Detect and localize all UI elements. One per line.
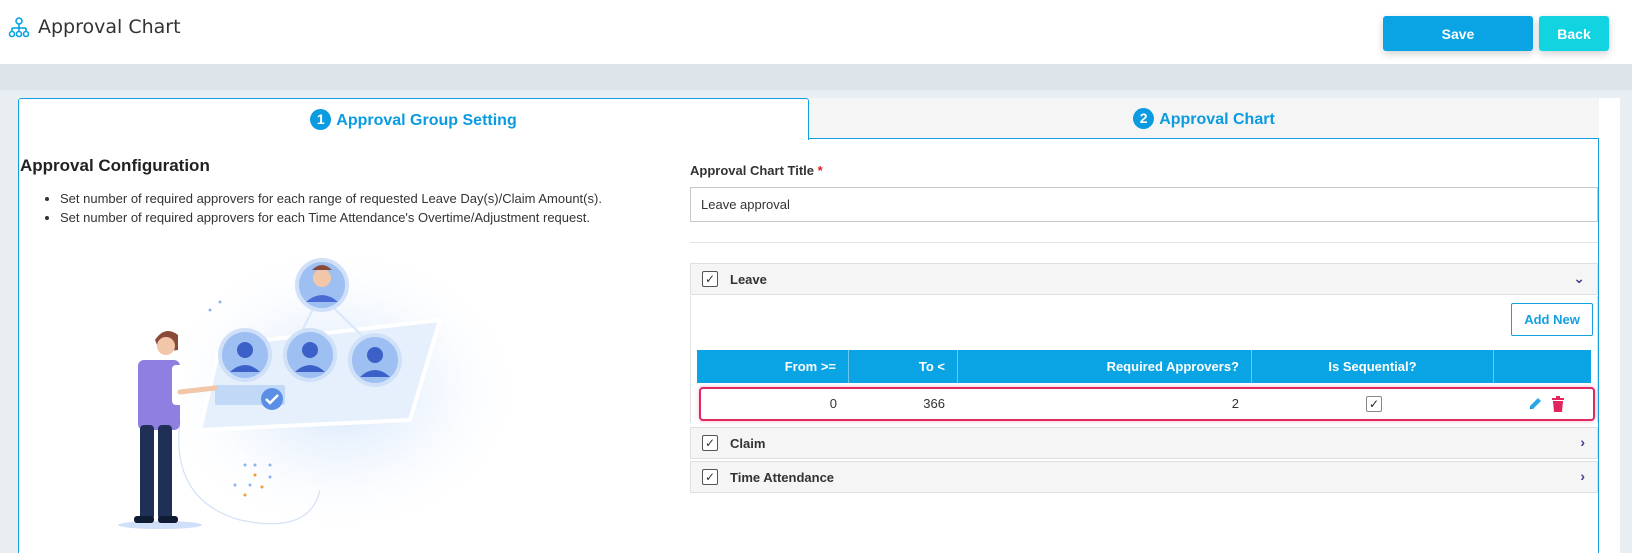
tab-approval-chart[interactable]: 2 Approval Chart xyxy=(809,98,1599,139)
chevron-down-icon[interactable]: ⌄ xyxy=(1573,270,1585,287)
claim-section-header[interactable]: ✓ Claim › xyxy=(690,427,1598,459)
back-button[interactable]: Back xyxy=(1539,16,1609,51)
table-row: 0 366 2 ✓ xyxy=(699,387,1595,421)
tab-label: Approval Group Setting xyxy=(336,112,517,129)
tab-number-badge: 2 xyxy=(1133,108,1155,129)
tab-label: Approval Chart xyxy=(1159,111,1275,128)
trash-icon[interactable] xyxy=(1551,395,1565,413)
required-mark: * xyxy=(817,163,823,178)
leave-label: Leave xyxy=(730,272,767,287)
approval-illustration xyxy=(118,250,530,540)
tab-panel-border xyxy=(1598,139,1599,553)
column-header-from: From >= xyxy=(697,350,849,383)
cell-to: 366 xyxy=(923,396,945,411)
page-title: Approval Chart xyxy=(38,16,181,38)
time-attendance-section-header[interactable]: ✓ Time Attendance › xyxy=(690,461,1598,493)
list-item: Set number of required approvers for eac… xyxy=(60,210,680,225)
time-attendance-label: Time Attendance xyxy=(730,470,835,485)
header-divider-band xyxy=(0,64,1632,90)
approval-chart-title-label: Approval Chart Title * xyxy=(690,163,823,178)
add-new-button[interactable]: Add New xyxy=(1511,303,1593,336)
save-button[interactable]: Save xyxy=(1383,16,1533,51)
page-header: Approval Chart Save Back xyxy=(0,0,1632,64)
claim-label: Claim xyxy=(730,436,766,451)
chevron-right-icon[interactable]: › xyxy=(1580,434,1585,450)
chevron-right-icon[interactable]: › xyxy=(1580,468,1585,484)
tab-approval-group-setting[interactable]: 1 Approval Group Setting xyxy=(18,98,809,140)
org-chart-icon xyxy=(8,17,30,38)
column-header-is-sequential: Is Sequential? xyxy=(1252,350,1494,383)
list-item: Set number of required approvers for eac… xyxy=(60,191,680,206)
tab-number-badge: 1 xyxy=(310,109,332,130)
leave-section-header[interactable]: ✓ Leave ⌄ xyxy=(690,263,1598,295)
column-header-required-approvers: Required Approvers? xyxy=(958,350,1252,383)
column-header-to: To < xyxy=(849,350,958,383)
approval-chart-title-input[interactable] xyxy=(690,187,1598,222)
tab-panel-border xyxy=(18,140,19,553)
column-header-actions xyxy=(1494,350,1591,383)
claim-checkbox[interactable]: ✓ xyxy=(702,435,718,451)
divider xyxy=(690,242,1598,243)
section-title: Approval Configuration xyxy=(20,156,210,175)
sequential-checkbox[interactable]: ✓ xyxy=(1366,396,1382,412)
instructions-list: Set number of required approvers for eac… xyxy=(60,191,680,229)
leave-checkbox[interactable]: ✓ xyxy=(702,271,718,287)
cell-from: 0 xyxy=(829,396,837,411)
time-attendance-checkbox[interactable]: ✓ xyxy=(702,469,718,485)
pencil-icon[interactable] xyxy=(1527,395,1543,413)
cell-required-approvers: 2 xyxy=(1231,396,1239,411)
table-header: From >= To < Required Approvers? Is Sequ… xyxy=(697,350,1591,383)
